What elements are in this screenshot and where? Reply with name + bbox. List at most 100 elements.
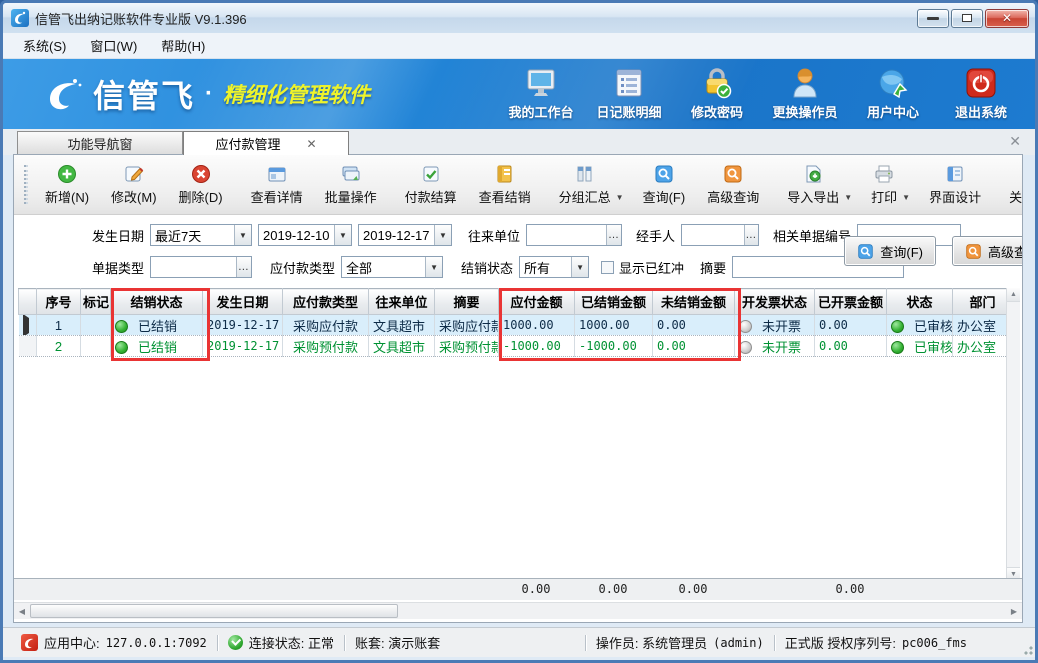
scroll-right-icon[interactable]: ▶ — [1006, 603, 1022, 619]
minimize-button[interactable] — [917, 9, 949, 28]
view-detail-button[interactable]: 查看详情 — [240, 155, 314, 214]
lookup-dots-icon[interactable]: … — [744, 225, 758, 245]
col-header-payable-type[interactable]: 应付款类型 — [283, 289, 369, 315]
horizontal-scrollbar[interactable]: ◀ ▶ — [14, 602, 1022, 619]
table-row[interactable]: 1 已结销 2019-12-17 采购应付款 文具超市 采购应付款 1000.0… — [19, 315, 1013, 336]
date-to-select[interactable]: 2019-12-17▼ — [358, 224, 452, 246]
col-header-unsettled[interactable]: 未结销金额 — [653, 289, 735, 315]
lookup-dots-icon[interactable]: … — [236, 257, 251, 277]
row-indicator-header — [19, 289, 37, 315]
cell-invoiced-amount: 0.00 — [815, 315, 887, 336]
col-header-status[interactable]: 状态 — [887, 289, 953, 315]
cell-amount: 1000.00 — [499, 315, 575, 336]
banner-action-usercenter[interactable]: 用户中心 — [849, 65, 937, 125]
menu-window[interactable]: 窗口(W) — [78, 33, 149, 58]
banner-action-label: 日记账明细 — [596, 102, 661, 121]
exit-power-icon — [965, 66, 997, 100]
show-red-checkbox[interactable] — [601, 261, 614, 274]
delete-button[interactable]: 删除(D) — [168, 155, 234, 214]
view-settlement-icon — [495, 164, 515, 184]
chevron-down-icon[interactable]: ▼ — [234, 225, 251, 245]
close-button[interactable]: ✕ — [985, 9, 1029, 28]
date-from-select[interactable]: 2019-12-10▼ — [258, 224, 352, 246]
settle-status-select[interactable]: 所有▼ — [519, 256, 589, 278]
view-settlement-button[interactable]: 查看结销 — [468, 155, 542, 214]
tab-close-icon[interactable]: ✕ — [306, 137, 316, 151]
operator-label: 操作员: 系统管理员 — [596, 633, 707, 652]
tab-payables-management[interactable]: 应付款管理 ✕ — [183, 131, 349, 155]
cell-settle-status: 已结销 — [111, 336, 203, 357]
chevron-down-icon[interactable]: ▼ — [571, 257, 588, 277]
col-header-amount[interactable]: 应付金额 — [499, 289, 575, 315]
toolbar-button-label: 关闭(Q) — [1009, 187, 1023, 206]
cell-settle-status: 已结销 — [111, 315, 203, 336]
chevron-down-icon[interactable]: ▼ — [425, 257, 442, 277]
query-button[interactable]: 查询(F) — [844, 236, 936, 266]
col-header-date[interactable]: 发生日期 — [203, 289, 283, 315]
col-header-seq[interactable]: 序号 — [37, 289, 81, 315]
query-button-toolbar[interactable]: 查询(F) — [632, 155, 697, 214]
payment-settle-icon — [421, 164, 441, 184]
import-export-button[interactable]: 导入导出 — [776, 160, 850, 210]
brand-banner: 信管飞 · 精细化管理软件 我的工作台 日记账明细 修改密码 — [3, 59, 1035, 129]
dropdown-arrow-icon[interactable]: ▼ — [902, 193, 910, 202]
tab-label: 应付款管理 — [215, 134, 280, 153]
lookup-dots-icon[interactable]: … — [606, 225, 621, 245]
cell-amount: -1000.00 — [499, 336, 575, 357]
cell-invoice-status: 未开票 — [735, 315, 815, 336]
menu-system[interactable]: 系统(S) — [11, 33, 78, 58]
banner-action-journal[interactable]: 日记账明细 — [585, 65, 673, 125]
chevron-down-icon[interactable]: ▼ — [334, 225, 351, 245]
date-range-select[interactable]: 最近7天▼ — [150, 224, 252, 246]
edit-button[interactable]: 修改(M) — [100, 155, 168, 214]
agent-input[interactable]: … — [681, 224, 759, 246]
close-red-icon — [1022, 164, 1024, 184]
doc-type-input[interactable]: … — [150, 256, 252, 278]
group-summary-button[interactable]: 分组汇总 — [548, 160, 622, 210]
scroll-left-icon[interactable]: ◀ — [14, 603, 30, 619]
add-button[interactable]: 新增(N) — [34, 155, 100, 214]
banner-action-operator[interactable]: 更换操作员 — [761, 65, 849, 125]
payable-type-select[interactable]: 全部▼ — [341, 256, 443, 278]
advanced-query-button-label: 高级查询 — [988, 242, 1023, 261]
chevron-down-icon[interactable]: ▼ — [434, 225, 451, 245]
menu-help[interactable]: 帮助(H) — [149, 33, 217, 58]
scroll-up-icon[interactable]: ▲ — [1007, 288, 1020, 302]
payment-settle-button[interactable]: 付款结算 — [394, 155, 468, 214]
col-header-invoiced[interactable]: 已开票金额 — [815, 289, 887, 315]
ui-design-button[interactable]: 界面设计 — [918, 155, 992, 214]
banner-action-exit[interactable]: 退出系统 — [937, 65, 1025, 125]
advanced-query-button-toolbar[interactable]: 高级查询 — [696, 155, 770, 214]
col-header-invoice-status[interactable]: 开发票状态 — [735, 289, 815, 315]
banner-action-password[interactable]: 修改密码 — [673, 65, 761, 125]
toolbar-button-label: 查询(F) — [643, 187, 686, 206]
advanced-query-button[interactable]: 高级查询 — [952, 236, 1023, 266]
tab-function-nav[interactable]: 功能导航窗 — [17, 131, 183, 155]
banner-action-workbench[interactable]: 我的工作台 — [497, 65, 585, 125]
cell-unsettled-amount: 0.00 — [653, 336, 735, 357]
dropdown-arrow-icon[interactable]: ▼ — [616, 193, 624, 202]
resize-grip[interactable] — [1021, 643, 1033, 655]
col-header-settled[interactable]: 已结销金额 — [575, 289, 653, 315]
dropdown-arrow-icon[interactable]: ▼ — [844, 193, 852, 202]
delete-icon — [191, 164, 211, 184]
tabstrip-close-icon[interactable]: ✕ — [1009, 133, 1021, 150]
col-header-mark[interactable]: 标记 — [81, 289, 111, 315]
col-header-partner[interactable]: 往来单位 — [369, 289, 435, 315]
col-header-memo[interactable]: 摘要 — [435, 289, 499, 315]
table-row[interactable]: 2 已结销 2019-12-17 采购预付款 文具超市 采购预付款 -1000.… — [19, 336, 1013, 357]
partner-input[interactable]: … — [526, 224, 622, 246]
gray-sphere-icon — [739, 341, 752, 354]
print-button[interactable]: 打印 — [860, 160, 908, 210]
col-header-settle-status[interactable]: 结销状态 — [111, 289, 203, 315]
close-tab-button[interactable]: 关闭(Q) — [998, 155, 1023, 214]
col-header-department[interactable]: 部门 — [953, 289, 1013, 315]
query-blue-icon — [857, 243, 874, 260]
restore-button[interactable] — [951, 9, 983, 28]
cell-unsettled-amount: 0.00 — [653, 315, 735, 336]
scrollbar-thumb[interactable] — [30, 604, 398, 618]
vertical-scrollbar[interactable]: ▲ ▼ — [1006, 288, 1020, 581]
banner-actions: 我的工作台 日记账明细 修改密码 更换操作员 — [497, 65, 1025, 125]
row-indicator — [19, 315, 37, 336]
batch-operation-button[interactable]: 批量操作 — [314, 155, 388, 214]
